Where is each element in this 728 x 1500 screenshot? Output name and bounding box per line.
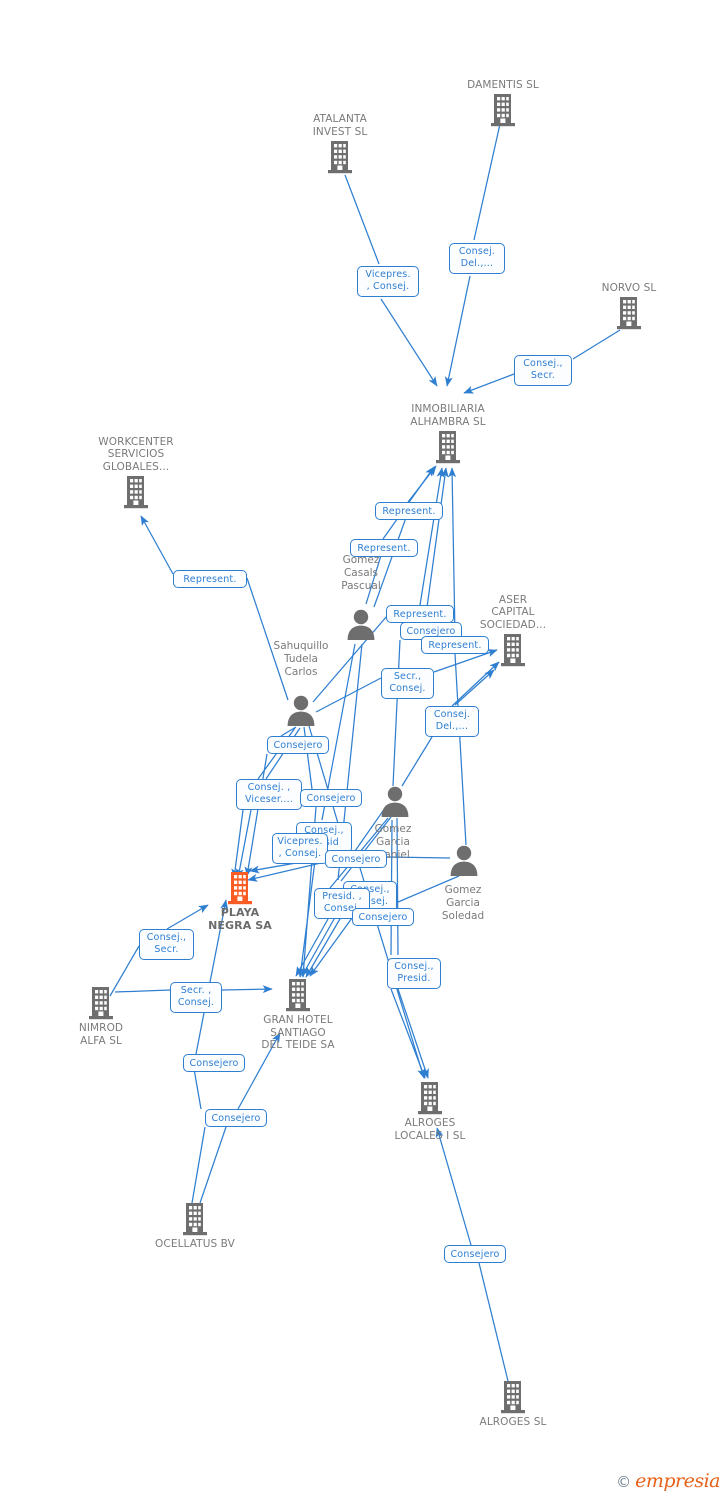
company-node-atalanta[interactable]: ATALANTA INVEST SL <box>280 113 400 174</box>
company-label: INMOBILIARIA ALHAMBRA SL <box>410 403 486 428</box>
person-label-sahuquillo: Sahuquillo Tudela Carlos <box>273 640 329 678</box>
company-node-workcenter[interactable]: WORKCENTER SERVICIOS GLOBALES... <box>76 436 196 510</box>
building-icon <box>415 1081 445 1115</box>
relation-chip[interactable]: Consejero <box>444 1245 506 1263</box>
company-label: GRAN HOTEL SANTIAGO DEL TEIDE SA <box>261 1014 335 1051</box>
company-node-playanegra[interactable]: PLAYA NEGRA SA <box>180 871 300 932</box>
building-icon <box>86 986 116 1020</box>
company-label: WORKCENTER SERVICIOS GLOBALES... <box>98 435 174 473</box>
person-node-gomez_garcia_soledad[interactable] <box>447 843 481 877</box>
relation-chip[interactable]: Vicepres. , Consej. <box>272 833 328 864</box>
relation-chip[interactable]: Consej. Del.,... <box>449 243 505 274</box>
company-node-damentis[interactable]: DAMENTIS SL <box>443 79 563 128</box>
building-icon <box>498 1380 528 1414</box>
relation-chip[interactable]: Secr. , Consej. <box>170 982 222 1013</box>
relation-chip[interactable]: Consej., Secr. <box>139 929 194 960</box>
person-node-gomez_garcia_daniel[interactable] <box>378 784 412 818</box>
relation-chip[interactable]: Consej. Del.,... <box>425 706 479 737</box>
relation-chip[interactable]: Consejero <box>183 1054 245 1072</box>
person-node-gomez_casals[interactable] <box>344 607 378 641</box>
relation-chip[interactable]: Consejero <box>352 908 414 926</box>
building-icon-highlighted <box>225 871 255 905</box>
building-icon <box>433 430 463 464</box>
edge-layer <box>109 123 621 1382</box>
building-icon <box>180 1202 210 1236</box>
building-icon <box>498 633 528 667</box>
company-node-ocellatus[interactable]: OCELLATUS BV <box>135 1202 255 1251</box>
person-label-gomez_garcia_soledad: Gomez Garcia Soledad <box>441 884 485 922</box>
relation-chip[interactable]: Represent. <box>421 636 489 654</box>
company-label: ALROGES SL <box>479 1416 547 1428</box>
brand-name: empresia <box>635 1470 720 1492</box>
relation-chip[interactable]: Consejero <box>300 789 362 807</box>
company-label: ASER CAPITAL SOCIEDAD... <box>479 593 547 631</box>
relation-chip[interactable]: Represent. <box>173 570 247 588</box>
relation-chip[interactable]: Represent. <box>350 539 418 557</box>
company-node-alroges_locales[interactable]: ALROGES LOCALES I SL <box>370 1081 490 1142</box>
relation-chip[interactable]: Represent. <box>386 605 454 623</box>
building-icon <box>121 475 151 509</box>
relation-chip[interactable]: Consejero <box>325 850 387 868</box>
building-icon <box>488 93 518 127</box>
relation-chip[interactable]: Represent. <box>375 502 443 520</box>
company-label: NORVO SL <box>601 281 657 294</box>
company-label: OCELLATUS BV <box>155 1238 235 1250</box>
company-label: PLAYA NEGRA SA <box>208 906 272 932</box>
person-label-gomez_casals: Gomez Casals Pascual <box>341 554 381 592</box>
relation-chip[interactable]: Consej., Secr. <box>514 355 572 386</box>
building-icon <box>283 978 313 1012</box>
company-label: NIMROD ALFA SL <box>78 1022 124 1047</box>
diagram-canvas: DAMENTIS SL ATALANTA INVEST SL NORVO SL INM… <box>0 0 728 1500</box>
relation-chip[interactable]: Vicepres. , Consej. <box>357 266 419 297</box>
copyright-icon: © <box>616 1473 632 1491</box>
company-node-aser[interactable]: ASER CAPITAL SOCIEDAD... <box>453 594 573 668</box>
company-label: DAMENTIS SL <box>467 78 539 91</box>
relation-chip[interactable]: Consejero <box>267 736 329 754</box>
watermark: © empresia <box>616 1470 720 1492</box>
company-label: ALROGES LOCALES I SL <box>394 1117 466 1142</box>
relation-chip[interactable]: Secr., Consej. <box>381 668 434 699</box>
building-icon <box>325 140 355 174</box>
relation-chip[interactable]: Consej. , Viceser.... <box>236 779 302 810</box>
company-node-norvo[interactable]: NORVO SL <box>569 282 689 331</box>
company-node-nimrod[interactable]: NIMROD ALFA SL <box>41 986 161 1047</box>
building-icon <box>614 296 644 330</box>
relation-chip[interactable]: Consej., Presid. <box>387 958 441 989</box>
company-node-granhotel[interactable]: GRAN HOTEL SANTIAGO DEL TEIDE SA <box>238 978 358 1052</box>
person-node-sahuquillo[interactable] <box>284 693 318 727</box>
relation-chip[interactable]: Consejero <box>205 1109 267 1127</box>
company-label: ATALANTA INVEST SL <box>312 113 368 138</box>
company-node-alroges[interactable]: ALROGES SL <box>453 1380 573 1429</box>
company-node-inmobiliaria[interactable]: INMOBILIARIA ALHAMBRA SL <box>388 403 508 464</box>
